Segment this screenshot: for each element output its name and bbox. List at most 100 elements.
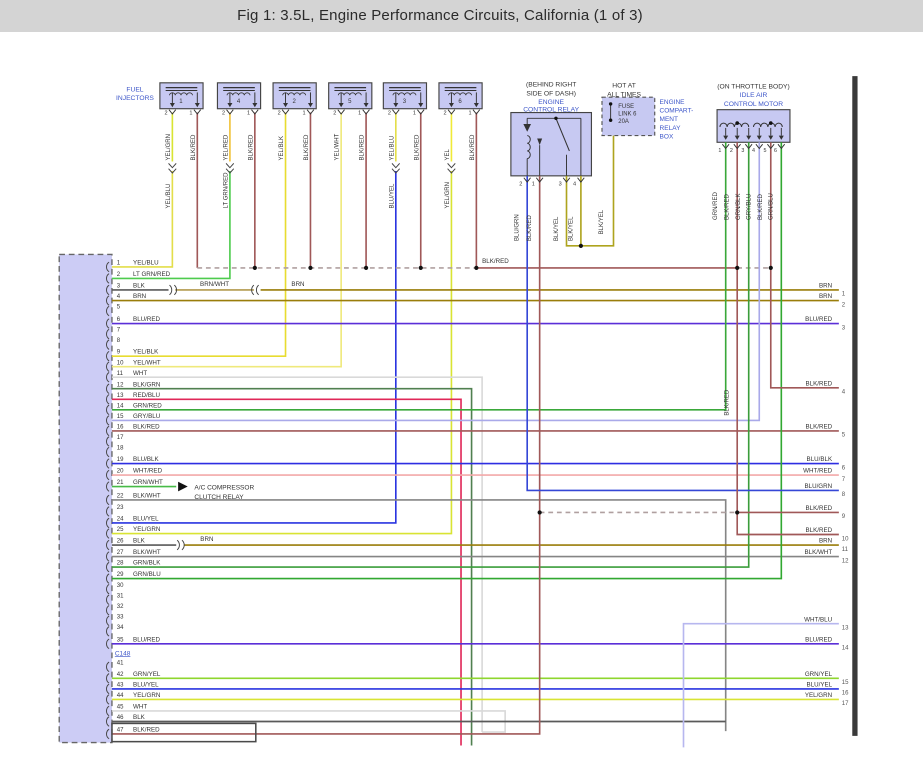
row-number: 16	[117, 425, 124, 431]
splice-dot	[252, 265, 257, 271]
splice-dot	[474, 265, 479, 271]
pin-socket-icon	[447, 109, 456, 115]
row-number: 1	[117, 261, 121, 267]
right-wire-number: 9	[842, 514, 846, 520]
row-number: 29	[117, 572, 124, 578]
pin-number: 1	[413, 110, 416, 116]
wire-grn-blk	[111, 142, 750, 568]
pin-socket-icon	[281, 109, 290, 115]
pin-number: 6	[774, 148, 777, 154]
right-wire-number: 16	[842, 691, 849, 697]
pin-socket-icon	[226, 109, 234, 115]
splice-dot	[578, 243, 584, 248]
splice-paren-icon	[176, 539, 185, 551]
pin-socket-icon	[193, 109, 202, 115]
fuse-hot-label-1: HOT AT	[612, 83, 636, 90]
row-number: 28	[117, 561, 124, 567]
iac-name-2: CONTROL MOTOR	[724, 101, 783, 108]
pin-number: 5	[763, 148, 766, 154]
row-wire-label: BLU/YEL	[133, 516, 159, 523]
fuse-hot-label-2: ALL TIMES	[607, 91, 641, 98]
row-number: 12	[117, 382, 124, 388]
relay-box-name-4: RELAY	[660, 125, 682, 132]
right-wire-number: 7	[842, 477, 846, 483]
wire-yel-blu	[111, 171, 174, 268]
right-wire-number: 17	[842, 701, 849, 707]
row-number: 8	[117, 338, 121, 344]
row-wire-label: GRN/BLK	[133, 560, 161, 567]
relay-name-2: CONTROL RELAY	[523, 107, 579, 114]
row-number: 2	[117, 272, 121, 278]
pin-number: 1	[468, 110, 471, 116]
row-wire-label: BLU/RED	[133, 636, 160, 643]
wire-label-vertical: BLU/GRN	[515, 214, 521, 241]
row-wire-label: BLK/WHT	[133, 549, 161, 556]
row-wire-label: BLU/YEL	[133, 682, 159, 689]
row-wire-label: GRN/BLU	[133, 571, 161, 578]
right-wire-label: WHT/RED	[803, 468, 833, 475]
right-wire-number: 8	[842, 492, 846, 498]
row-number: 43	[117, 683, 124, 689]
right-wire-label: BLK/RED	[806, 527, 833, 534]
right-wire-number: 15	[842, 680, 849, 686]
wire-label-vertical: YEL/WHT	[335, 133, 341, 160]
row-number: 46	[117, 715, 124, 721]
right-wire-number: 12	[842, 558, 849, 564]
ac-relay-label-2: CLUTCH RELAY	[194, 494, 244, 501]
fuse-label-3: 20A	[618, 119, 629, 125]
pin-number: 4	[573, 181, 576, 187]
right-wire-label: BLU/YEL	[807, 682, 833, 689]
pin-number: 2	[164, 110, 167, 116]
wire-label-vertical: YEL/BLU	[166, 184, 172, 209]
row-number: 13	[117, 393, 124, 399]
pin-number: 1	[358, 110, 361, 116]
splice-dot	[608, 102, 613, 106]
row-wire-label: WHT	[133, 704, 147, 711]
relay-location-1: (BEHIND RIGHT	[526, 82, 576, 89]
page-edge-bar	[852, 76, 858, 736]
wire-label-vertical: GRY/BLU	[747, 194, 753, 220]
wire-label-vertical: BLK/RED	[470, 134, 476, 160]
row-wire-label: WHT	[133, 370, 147, 377]
row-wire-label: GRN/WHT	[133, 479, 163, 486]
row-wire-label: YEL/BLU	[133, 260, 159, 267]
wire-label-vertical: YEL/BLK	[279, 136, 285, 160]
right-wire-label: BLK/RED	[806, 424, 833, 431]
wire-blk-wht	[111, 499, 727, 732]
relay-box-name-2: COMPART-	[660, 108, 694, 115]
right-wire-label: GRN/YEL	[805, 671, 833, 678]
row-number: 9	[117, 350, 121, 356]
splice-dot	[537, 510, 542, 515]
row-wire-label: YEL/GRN	[133, 526, 160, 533]
row-wire-label: BLU/BLK	[133, 456, 159, 463]
splice-dot	[554, 116, 558, 121]
wire-label-vertical: GRN/BLK	[736, 193, 742, 219]
pin-number: 3	[559, 181, 562, 187]
pin-number: 2	[388, 110, 391, 116]
splice-dot	[735, 510, 740, 515]
wire-label-vertical: BLK/RED	[758, 194, 764, 220]
wiring-diagram: FUEL INJECTORS (BEHIND RIGHT SIDE OF DAS…	[58, 76, 858, 748]
row26-splice-label: BRN	[200, 536, 213, 543]
pin-number: 2	[730, 148, 733, 154]
wire-blk-red	[111, 175, 541, 735]
pin-number: 2	[222, 110, 225, 116]
wire-label-vertical: BLK/RED	[725, 194, 731, 220]
right-wire-label: BLU/GRN	[804, 483, 832, 490]
row-number: 11	[117, 371, 124, 377]
pin-socket-icon	[251, 109, 259, 115]
row-number: 32	[117, 604, 124, 610]
ac-relay-arrow-icon	[178, 481, 188, 492]
relay-box	[510, 111, 593, 177]
right-wire-label: BRN	[819, 283, 832, 290]
pin-number: 2	[444, 110, 447, 116]
wire-label-vertical: BLU/YEL	[389, 183, 395, 208]
row-wire-label: BRN	[133, 293, 146, 300]
row-wire-label: GRN/RED	[133, 402, 162, 409]
wire-label-vertical: BLK/RED	[191, 134, 197, 160]
row-wire-label: GRY/BLU	[133, 413, 161, 420]
pin-socket-icon	[392, 109, 400, 115]
row-number: 41	[117, 660, 124, 666]
wire-label-vertical: YEL	[445, 148, 451, 160]
connector-c148-link[interactable]: C148	[115, 650, 131, 657]
